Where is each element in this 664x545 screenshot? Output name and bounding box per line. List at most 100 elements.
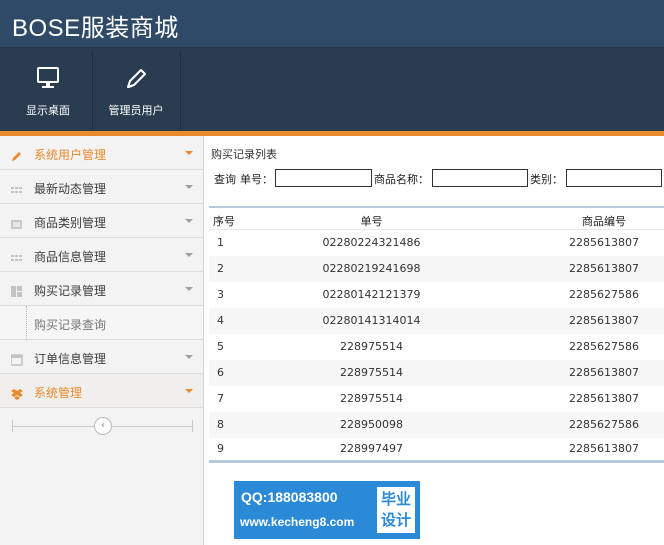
cell-product-code: 2285613807 [569, 392, 639, 405]
table-row[interactable]: 4 02280141314014 2285613807 [209, 308, 664, 334]
sidebar: 系统用户管理 最新动态管理 商品类别管理 商品信息管理 购买记录管理 购买记录查… [0, 136, 204, 545]
category-input[interactable] [566, 169, 662, 187]
cell-index: 1 [217, 236, 224, 249]
sidebar-item-purchase-records[interactable]: 购买记录管理 [0, 272, 203, 306]
table-bottom-border [209, 460, 664, 463]
search-prefix: 查询 [214, 173, 236, 186]
table-row[interactable]: 1 02280224321486 2285613807 [209, 230, 664, 256]
order-number-label: 单号： [240, 173, 273, 186]
cell-index: 5 [217, 340, 224, 353]
chevron-down-icon [185, 389, 193, 393]
app-header: BOSE服装商城 显示桌面 管理员用户 [0, 0, 664, 131]
watermark-banner: QQ:188083800 www.kecheng8.com 毕业 设计 [234, 481, 420, 539]
grid-dots-icon [11, 181, 23, 193]
category-label: 类别： [530, 173, 563, 186]
table-row[interactable]: 3 02280142121379 2285627586 [209, 282, 664, 308]
sidebar-item-orders[interactable]: 订单信息管理 [0, 340, 203, 374]
cell-product-code: 2285613807 [569, 314, 639, 327]
column-header: 单号 [360, 215, 383, 228]
sidebar-item-system-users[interactable]: 系统用户管理 [0, 136, 203, 170]
table-row[interactable]: 6 228975514 2285613807 [209, 360, 664, 386]
cell-product-code: 2285613807 [569, 442, 639, 455]
table-row[interactable]: 2 02280219241698 2285613807 [209, 256, 664, 282]
cell-order-number: 228975514 [340, 392, 403, 405]
sidebar-item-news[interactable]: 最新动态管理 [0, 170, 203, 204]
show-desktop-button[interactable]: 显示桌面 [4, 52, 92, 130]
cell-order-number: 02280219241698 [322, 262, 421, 275]
search-bar: 查询 单号： 商品名称： 类别： [204, 162, 664, 194]
grid-dots-icon [11, 249, 23, 261]
cell-order-number: 228975514 [340, 366, 403, 379]
cell-order-number: 228950098 [340, 418, 403, 431]
table-header: 序号 单号 商品编号 [209, 208, 664, 230]
sidebar-subitem-purchase-query[interactable]: 购买记录查询 [0, 306, 203, 340]
watermark-url: www.kecheng8.com [240, 515, 355, 529]
cell-index: 4 [217, 314, 224, 327]
chevron-down-icon [185, 185, 193, 189]
sidebar-item-label: 购买记录管理 [34, 284, 107, 298]
show-desktop-label: 显示桌面 [26, 104, 70, 117]
pencil-icon [92, 66, 180, 92]
folder-icon [11, 215, 23, 229]
tree-guide-line [26, 306, 27, 340]
chevron-down-icon [185, 355, 193, 359]
monitor-icon [4, 66, 92, 92]
purchase-records-table: 序号 单号 商品编号 1 02280224321486 2285613807 2… [209, 206, 664, 466]
collapse-cap [192, 420, 193, 432]
cell-index: 8 [217, 418, 224, 431]
app-title: BOSE服装商城 [12, 15, 179, 42]
chevron-down-icon [185, 253, 193, 257]
cell-order-number: 228997497 [340, 442, 403, 455]
dropbox-icon [11, 385, 23, 400]
cell-index: 9 [217, 442, 224, 455]
cell-product-code: 2285627586 [569, 340, 639, 353]
table-row[interactable]: 8 228950098 2285627586 [209, 412, 664, 438]
collapse-cap [12, 420, 13, 432]
sidebar-item-system-management[interactable]: 系统管理 [0, 374, 203, 408]
sidebar-item-categories[interactable]: 商品类别管理 [0, 204, 203, 238]
sidebar-collapse: ‹ [0, 406, 203, 446]
chevron-down-icon [185, 219, 193, 223]
cell-product-code: 2285613807 [569, 366, 639, 379]
pencil-icon [11, 147, 23, 161]
watermark-qq: QQ:188083800 [241, 489, 338, 505]
sidebar-item-label: 最新动态管理 [34, 182, 107, 196]
chevron-down-icon [185, 151, 193, 155]
cell-order-number: 228975514 [340, 340, 403, 353]
cell-product-code: 2285613807 [569, 236, 639, 249]
column-header: 商品编号 [582, 215, 626, 228]
sidebar-item-products[interactable]: 商品信息管理 [0, 238, 203, 272]
collapse-button[interactable]: ‹ [94, 417, 112, 435]
cell-index: 6 [217, 366, 224, 379]
sidebar-item-label: 商品类别管理 [34, 216, 107, 230]
cell-order-number: 02280224321486 [322, 236, 421, 249]
cell-product-code: 2285627586 [569, 418, 639, 431]
cell-product-code: 2285627586 [569, 288, 639, 301]
cell-order-number: 02280141314014 [322, 314, 421, 327]
product-name-input[interactable] [432, 169, 528, 187]
cell-index: 2 [217, 262, 224, 275]
admin-user-label: 管理员用户 [108, 104, 164, 117]
cell-index: 7 [217, 392, 224, 405]
sidebar-subitem-label: 购买记录查询 [34, 318, 107, 332]
watermark-tag: 毕业 设计 [377, 487, 415, 533]
table-row[interactable]: 5 228975514 2285627586 [209, 334, 664, 360]
admin-user-button[interactable]: 管理员用户 [92, 52, 180, 130]
sidebar-item-label: 系统管理 [34, 386, 83, 400]
column-header: 序号 [213, 215, 235, 228]
nav-divider [180, 52, 181, 130]
cell-index: 3 [217, 288, 224, 301]
chevron-down-icon [185, 287, 193, 291]
cell-product-code: 2285613807 [569, 262, 639, 275]
watermark-tag-line: 毕业 [380, 490, 411, 508]
order-number-input[interactable] [275, 169, 372, 187]
sidebar-item-label: 订单信息管理 [34, 352, 107, 366]
brand-bar: BOSE服装商城 [0, 0, 664, 48]
page-title: 购买记录列表 [211, 148, 277, 161]
watermark-tag-line: 设计 [380, 511, 411, 529]
sidebar-item-label: 商品信息管理 [34, 250, 107, 264]
product-name-label: 商品名称： [374, 173, 429, 186]
table-row[interactable]: 9 228997497 2285613807 [209, 438, 664, 460]
calendar-icon [10, 351, 23, 366]
table-row[interactable]: 7 228975514 2285613807 [209, 386, 664, 412]
